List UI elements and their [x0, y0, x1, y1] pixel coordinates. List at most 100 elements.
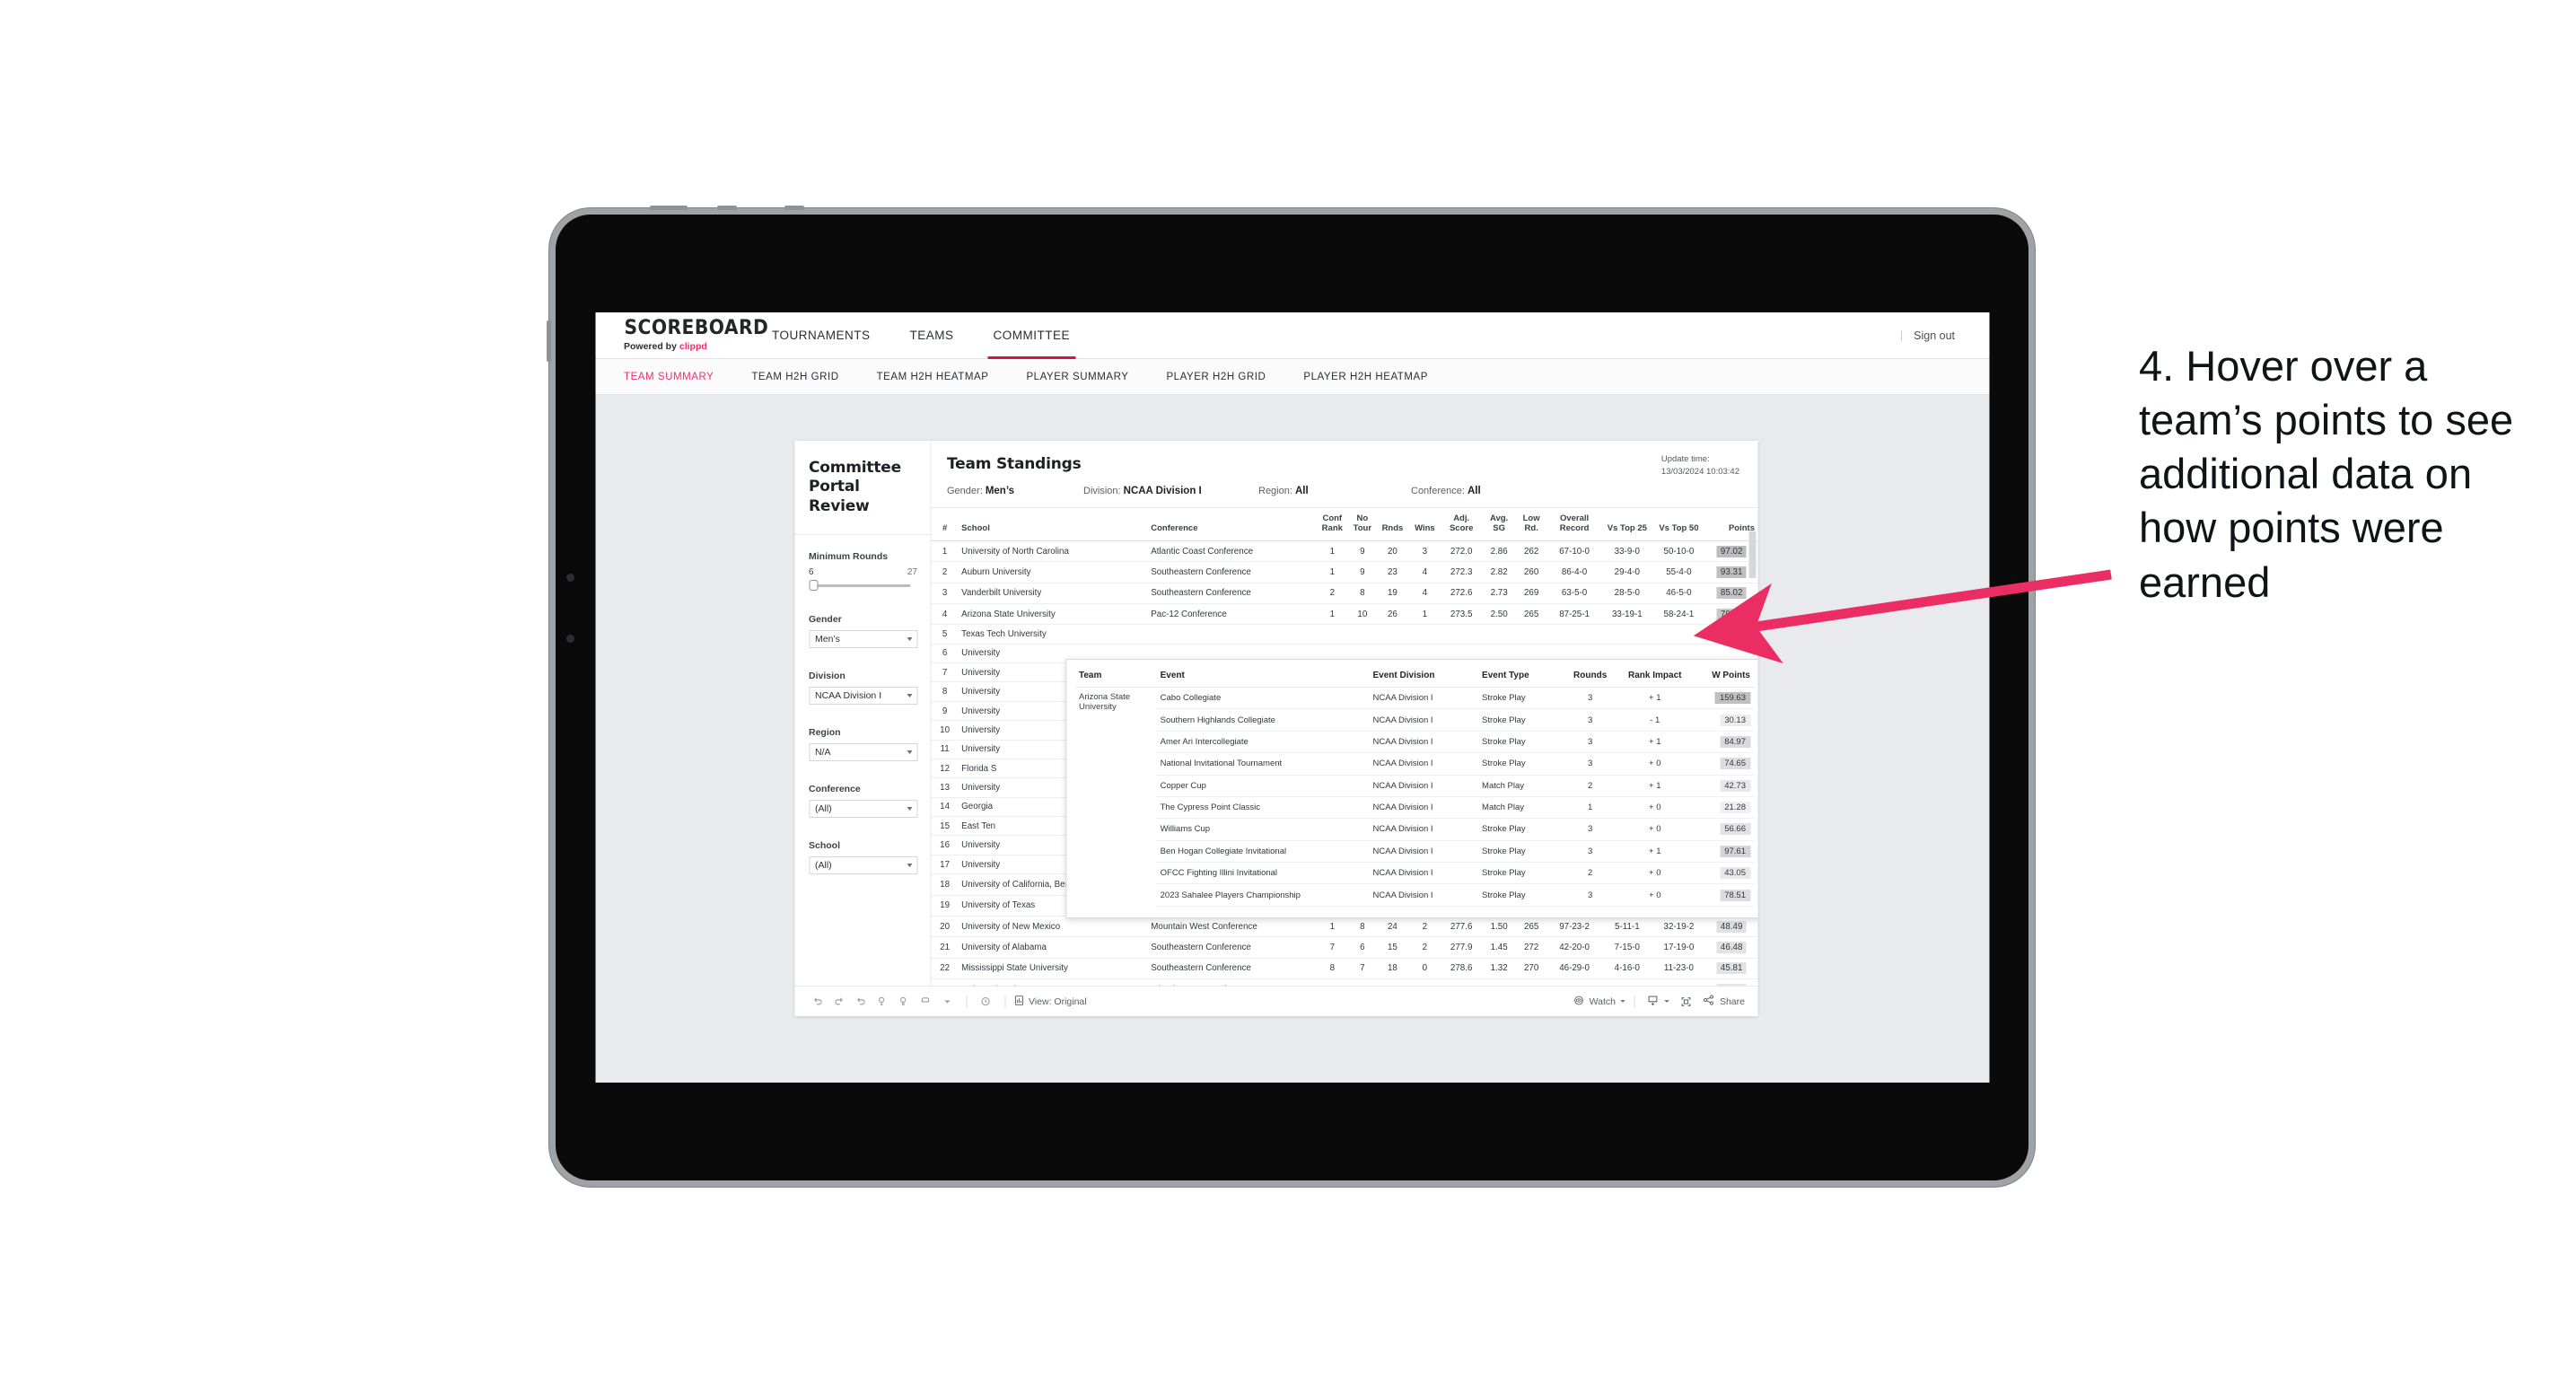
table-row[interactable]: 21 University of Alabama Southeastern Conf…: [931, 936, 1757, 959]
tooltip-cell: 3: [1563, 687, 1617, 710]
table-cell: 22: [931, 958, 959, 980]
tab-team-summary[interactable]: TEAM SUMMARY: [624, 372, 732, 382]
tab-player-h2h-heatmap[interactable]: PLAYER H2H HEATMAP: [1303, 372, 1446, 382]
chevron-down-icon: [907, 636, 912, 641]
table-cell: 4-15-0: [1602, 978, 1652, 986]
table-cell: 1: [1316, 561, 1349, 583]
table-cell: 2.82: [1481, 561, 1517, 583]
table-cell: 272.6: [1441, 583, 1482, 604]
table-cell: 273.5: [1441, 603, 1482, 626]
download-icon: [1647, 994, 1660, 1009]
tablet-screen: SCOREBOARD Powered by clippd TOURNAMENTS…: [595, 312, 1989, 1083]
tab-team-h2h-heatmap[interactable]: TEAM H2H HEATMAP: [877, 372, 1007, 382]
table-cell: 9: [931, 701, 959, 722]
table-cell: 4: [931, 603, 959, 626]
fullscreen-icon[interactable]: [1676, 993, 1697, 1011]
col-header-wins[interactable]: Wins: [1408, 508, 1441, 541]
region-select[interactable]: N/A: [809, 742, 917, 761]
chevron-down-icon: [907, 693, 912, 697]
school-select[interactable]: (All): [809, 855, 917, 874]
slider-thumb[interactable]: [809, 579, 818, 591]
nav-teams[interactable]: TEAMS: [890, 312, 974, 359]
points-value[interactable]: 48.49: [1716, 920, 1747, 933]
tab-player-h2h-grid[interactable]: PLAYER H2H GRID: [1166, 372, 1284, 382]
tab-team-h2h-grid[interactable]: TEAM H2H GRID: [751, 372, 856, 382]
pause-icon[interactable]: [893, 993, 915, 1011]
table-row[interactable]: 22 Mississippi State University Southeaste…: [931, 958, 1757, 980]
col-header-conference[interactable]: Conference: [1148, 508, 1317, 541]
table-cell: 15: [1376, 936, 1409, 959]
conference-select[interactable]: (All): [809, 799, 917, 818]
caret-down-icon[interactable]: [936, 993, 958, 1011]
breadcrumb-gender: Gender: Men’s: [947, 486, 1083, 496]
w-points-value: 30.13: [1720, 714, 1750, 726]
points-value[interactable]: 97.02: [1716, 545, 1747, 557]
table-row[interactable]: 20 University of New Mexico Mountain West …: [931, 916, 1757, 938]
w-points-value: 97.61: [1720, 845, 1750, 857]
revert-icon[interactable]: [850, 993, 872, 1011]
nav-tournaments[interactable]: TOURNAMENTS: [752, 312, 890, 359]
tooltip-row: 2023 Sahalee Players Championship NCAA Di…: [1075, 883, 1754, 907]
table-row[interactable]: 3 Vanderbilt University Southeastern Confe…: [931, 583, 1757, 604]
col-header-conf-rank[interactable]: Conf Rank: [1316, 508, 1349, 541]
points-value[interactable]: 42.71: [1716, 983, 1747, 986]
view-original-button[interactable]: View: Original: [1013, 995, 1087, 1009]
tooltip-body: Arizona State University Cabo Collegiate N…: [1075, 687, 1754, 907]
col-header-school[interactable]: School: [959, 508, 1149, 541]
tooltip-row: Williams Cup NCAA Division I Stroke Play 3 +…: [1075, 818, 1754, 841]
tooltip-cell: Stroke Play: [1478, 818, 1564, 841]
redo-icon[interactable]: [828, 993, 850, 1011]
table-cell: 272.3: [1441, 561, 1482, 583]
nav-committee[interactable]: COMMITTEE: [974, 312, 1091, 359]
minimum-rounds-label: Minimum Rounds: [809, 550, 889, 562]
download-button[interactable]: [1647, 994, 1670, 1009]
watch-button[interactable]: Watch: [1573, 995, 1626, 1009]
table-row[interactable]: 2 Auburn University Southeastern Conferenc…: [931, 561, 1757, 583]
slider-track[interactable]: [809, 583, 910, 587]
bookmark-icon[interactable]: [915, 993, 936, 1011]
tab-player-summary[interactable]: PLAYER SUMMARY: [1026, 372, 1146, 382]
tooltip-col-event: Event: [1156, 667, 1370, 688]
points-value[interactable]: 45.81: [1716, 962, 1747, 975]
col-header-rnds[interactable]: Rnds: [1376, 508, 1409, 541]
table-cell: 8: [931, 681, 959, 702]
col-header-low-rd[interactable]: Low Rd.: [1516, 508, 1546, 541]
table-cell: 9: [1348, 540, 1377, 563]
refresh-icon[interactable]: [872, 993, 893, 1011]
chevron-down-icon: [907, 863, 912, 867]
tooltip-cell: 84.97: [1692, 731, 1754, 754]
col-header-no-tour[interactable]: No Tour: [1348, 508, 1377, 541]
view-label: View: Original: [1029, 996, 1087, 1007]
undo-icon[interactable]: [807, 993, 828, 1011]
table-cell: 272.0: [1441, 540, 1482, 563]
filter-conference: Conference (All): [809, 784, 917, 818]
table-cell: Pac-12 Conference: [1148, 603, 1317, 626]
watch-label: Watch: [1589, 996, 1616, 1007]
col-header-vs-top-25[interactable]: Vs Top 25: [1602, 508, 1652, 541]
minimum-rounds-slider[interactable]: [809, 579, 917, 591]
table-row[interactable]: 5 Texas Tech University: [931, 624, 1757, 645]
gender-select[interactable]: Men’s: [809, 629, 917, 648]
points-value[interactable]: 46.48: [1716, 942, 1747, 954]
col-header-vs-top-50[interactable]: Vs Top 50: [1652, 508, 1706, 541]
breadcrumb-division: Division: NCAA Division I: [1083, 486, 1258, 496]
tooltip-row: Arizona State University Cabo Collegiate N…: [1075, 687, 1754, 712]
tooltip-cell: 21.28: [1692, 796, 1754, 820]
share-button[interactable]: Share: [1703, 994, 1745, 1009]
tooltip-col-rank-impact: Rank Impact: [1617, 667, 1693, 688]
col-header-avg-sg[interactable]: Avg. SG: [1481, 508, 1517, 541]
table-row[interactable]: 1 University of North Carolina Atlantic Co…: [931, 540, 1757, 563]
table-cell: [1348, 624, 1377, 645]
brand-logo[interactable]: SCOREBOARD Powered by clippd: [595, 319, 767, 353]
division-select[interactable]: NCAA Division I: [809, 686, 917, 705]
table-row[interactable]: 4 Arizona State University Pac-12 Conferen…: [931, 603, 1757, 626]
tooltip-col-w-points: W Points: [1692, 667, 1754, 688]
col-header-adj-score[interactable]: Adj. Score: [1441, 508, 1482, 541]
col-header-overall-record[interactable]: Overall Record: [1546, 508, 1603, 541]
clock-icon[interactable]: [975, 993, 996, 1011]
table-cell: 20: [931, 916, 959, 938]
table-row[interactable]: 23Duke UniversityAtlantic Coast Conferen…: [931, 978, 1757, 986]
sign-out-link[interactable]: Sign out: [1914, 329, 1955, 342]
col-header-[interactable]: #: [931, 508, 959, 541]
table-cell: 1: [1408, 603, 1441, 626]
